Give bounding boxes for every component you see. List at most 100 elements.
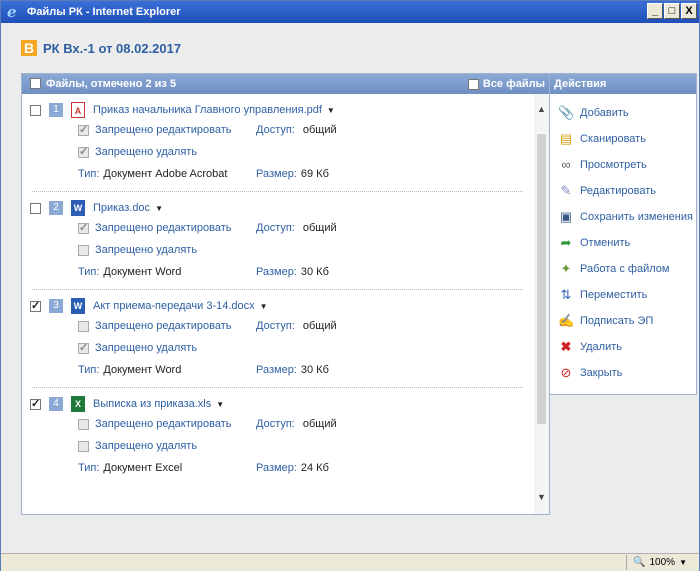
no-delete-label: Запрещено удалять xyxy=(95,146,198,158)
no-delete-checkbox[interactable] xyxy=(78,244,89,256)
access-value: общий xyxy=(302,418,337,430)
access-label: Доступ: xyxy=(256,124,295,136)
delete-button[interactable]: ✖ Удалить xyxy=(558,339,622,355)
close-button[interactable]: ⊘ Закрыть xyxy=(558,365,623,381)
file-work-button[interactable]: ✦ Работа с файлом xyxy=(558,261,670,277)
zoom-control[interactable]: 🔍 100% ▼ xyxy=(626,555,687,570)
file-name-link[interactable]: Выписка из приказа.xls xyxy=(93,398,211,410)
type-label: Тип: xyxy=(78,168,100,180)
file-name-link[interactable]: Приказ начальника Главного управления.pd… xyxy=(93,104,322,116)
no-edit-label: Запрещено редактировать xyxy=(95,320,232,332)
cancel-button[interactable]: ➦ Отменить xyxy=(558,235,631,251)
access-label: Доступ: xyxy=(256,320,295,332)
delete-label: Удалить xyxy=(580,341,622,353)
no-edit-checkbox[interactable] xyxy=(78,320,89,332)
document-header: B РК Вх.-1 от 08.02.2017 xyxy=(21,40,181,56)
chevron-down-icon[interactable]: ▼ xyxy=(327,106,335,115)
access-label: Доступ: xyxy=(256,222,295,234)
file-name-link[interactable]: Приказ.doc xyxy=(93,202,150,214)
file-item: 4 X Выписка из приказа.xls ▼ Запрещено р… xyxy=(30,388,523,485)
actions-heading: Действия xyxy=(550,74,696,94)
all-files-toggle[interactable]: Все файлы xyxy=(467,78,545,90)
no-delete-label: Запрещено удалять xyxy=(95,342,198,354)
ie-icon: e xyxy=(7,3,17,21)
all-files-checkbox[interactable] xyxy=(467,78,479,90)
no-edit-checkbox[interactable] xyxy=(78,221,89,234)
file-number: 1 xyxy=(49,103,63,117)
file-name-link[interactable]: Акт приема-передачи 3-14.docx xyxy=(93,300,255,312)
access-value: общий xyxy=(302,222,337,234)
no-delete-label: Запрещено удалять xyxy=(95,244,198,256)
maximize-button[interactable]: □ xyxy=(664,3,680,19)
select-all-checkbox[interactable] xyxy=(30,78,41,89)
files-heading: Файлы, отмечено 2 из 5 xyxy=(46,78,177,90)
file-checkbox[interactable] xyxy=(30,397,41,410)
file-tools-icon: ✦ xyxy=(560,261,572,276)
edit-label: Редактировать xyxy=(580,185,656,197)
access-value: общий xyxy=(302,320,337,332)
word-icon: W xyxy=(71,200,85,216)
no-edit-checkbox[interactable] xyxy=(78,418,89,430)
chevron-down-icon[interactable]: ▼ xyxy=(155,204,163,213)
zoom-level: 100% xyxy=(649,557,676,568)
scanner-icon: ▤ xyxy=(559,131,573,146)
move-button[interactable]: ⇅ Переместить xyxy=(558,287,648,303)
file-checkbox[interactable] xyxy=(30,202,41,214)
edit-button[interactable]: ✎ Редактировать xyxy=(558,183,656,199)
delete-x-icon: ✖ xyxy=(560,339,572,354)
size-value: 24 Кб xyxy=(300,462,329,474)
save-changes-button[interactable]: ▣ Сохранить изменения xyxy=(558,209,693,225)
view-button[interactable]: ∞ Просмотреть xyxy=(558,157,647,173)
no-delete-checkbox[interactable] xyxy=(78,341,89,354)
chevron-down-icon[interactable]: ▼ xyxy=(679,558,687,567)
view-label: Просмотреть xyxy=(580,159,647,171)
file-number: 2 xyxy=(49,201,63,215)
add-button[interactable]: 📎 Добавить xyxy=(558,105,629,121)
file-list-scrollbar[interactable]: ▲ ▼ xyxy=(534,94,549,514)
sign-button[interactable]: ✍ Подписать ЭП xyxy=(558,313,653,329)
scan-label: Сканировать xyxy=(580,133,646,145)
file-checkbox[interactable] xyxy=(30,104,41,116)
file-number: 3 xyxy=(49,299,63,313)
file-checkbox[interactable] xyxy=(30,299,41,312)
chevron-down-icon[interactable]: ▼ xyxy=(216,400,224,409)
add-label: Добавить xyxy=(580,107,629,119)
pdf-icon: A xyxy=(71,102,85,118)
document-badge: B xyxy=(21,40,37,56)
scan-button[interactable]: ▤ Сканировать xyxy=(558,131,646,147)
type-value: Документ Adobe Acrobat xyxy=(103,168,228,180)
scroll-thumb[interactable] xyxy=(537,134,546,424)
glasses-icon: ∞ xyxy=(561,157,571,172)
type-label: Тип: xyxy=(78,266,100,278)
file-list: 1 A Приказ начальника Главного управлени… xyxy=(22,94,533,514)
no-edit-checkbox[interactable] xyxy=(78,123,89,136)
move-label: Переместить xyxy=(580,289,648,301)
scroll-down-icon[interactable]: ▼ xyxy=(536,492,547,504)
no-edit-label: Запрещено редактировать xyxy=(95,124,232,136)
zoom-icon: 🔍 xyxy=(633,557,646,568)
size-label: Размер: xyxy=(256,462,297,474)
files-panel: Файлы, отмечено 2 из 5 Все файлы 1 A При… xyxy=(21,73,550,515)
close-window-button[interactable]: X xyxy=(681,3,697,19)
pencil-icon: ✎ xyxy=(560,183,572,198)
chevron-down-icon[interactable]: ▼ xyxy=(260,302,268,311)
document-title: РК Вх.-1 от 08.02.2017 xyxy=(43,40,182,56)
minimize-button[interactable]: _ xyxy=(647,3,663,19)
type-value: Документ Word xyxy=(103,364,182,376)
no-delete-checkbox[interactable] xyxy=(78,440,89,452)
no-edit-label: Запрещено редактировать xyxy=(95,418,232,430)
size-value: 30 Кб xyxy=(300,364,329,376)
scroll-up-icon[interactable]: ▲ xyxy=(536,104,547,116)
window-title: Файлы РК - Internet Explorer xyxy=(27,6,181,18)
type-value: Документ Word xyxy=(103,266,182,278)
no-delete-label: Запрещено удалять xyxy=(95,440,198,452)
size-value: 30 Кб xyxy=(300,266,329,278)
files-panel-header: Файлы, отмечено 2 из 5 Все файлы xyxy=(22,74,549,94)
status-bar: 🔍 100% ▼ xyxy=(1,553,699,571)
cancel-label: Отменить xyxy=(580,237,631,249)
file-work-label: Работа с файлом xyxy=(580,263,670,275)
title-bar: e Файлы РК - Internet Explorer _ □ X xyxy=(1,1,699,23)
no-delete-checkbox[interactable] xyxy=(78,145,89,158)
access-value: общий xyxy=(302,124,337,136)
undo-arrow-icon: ➦ xyxy=(560,235,572,250)
